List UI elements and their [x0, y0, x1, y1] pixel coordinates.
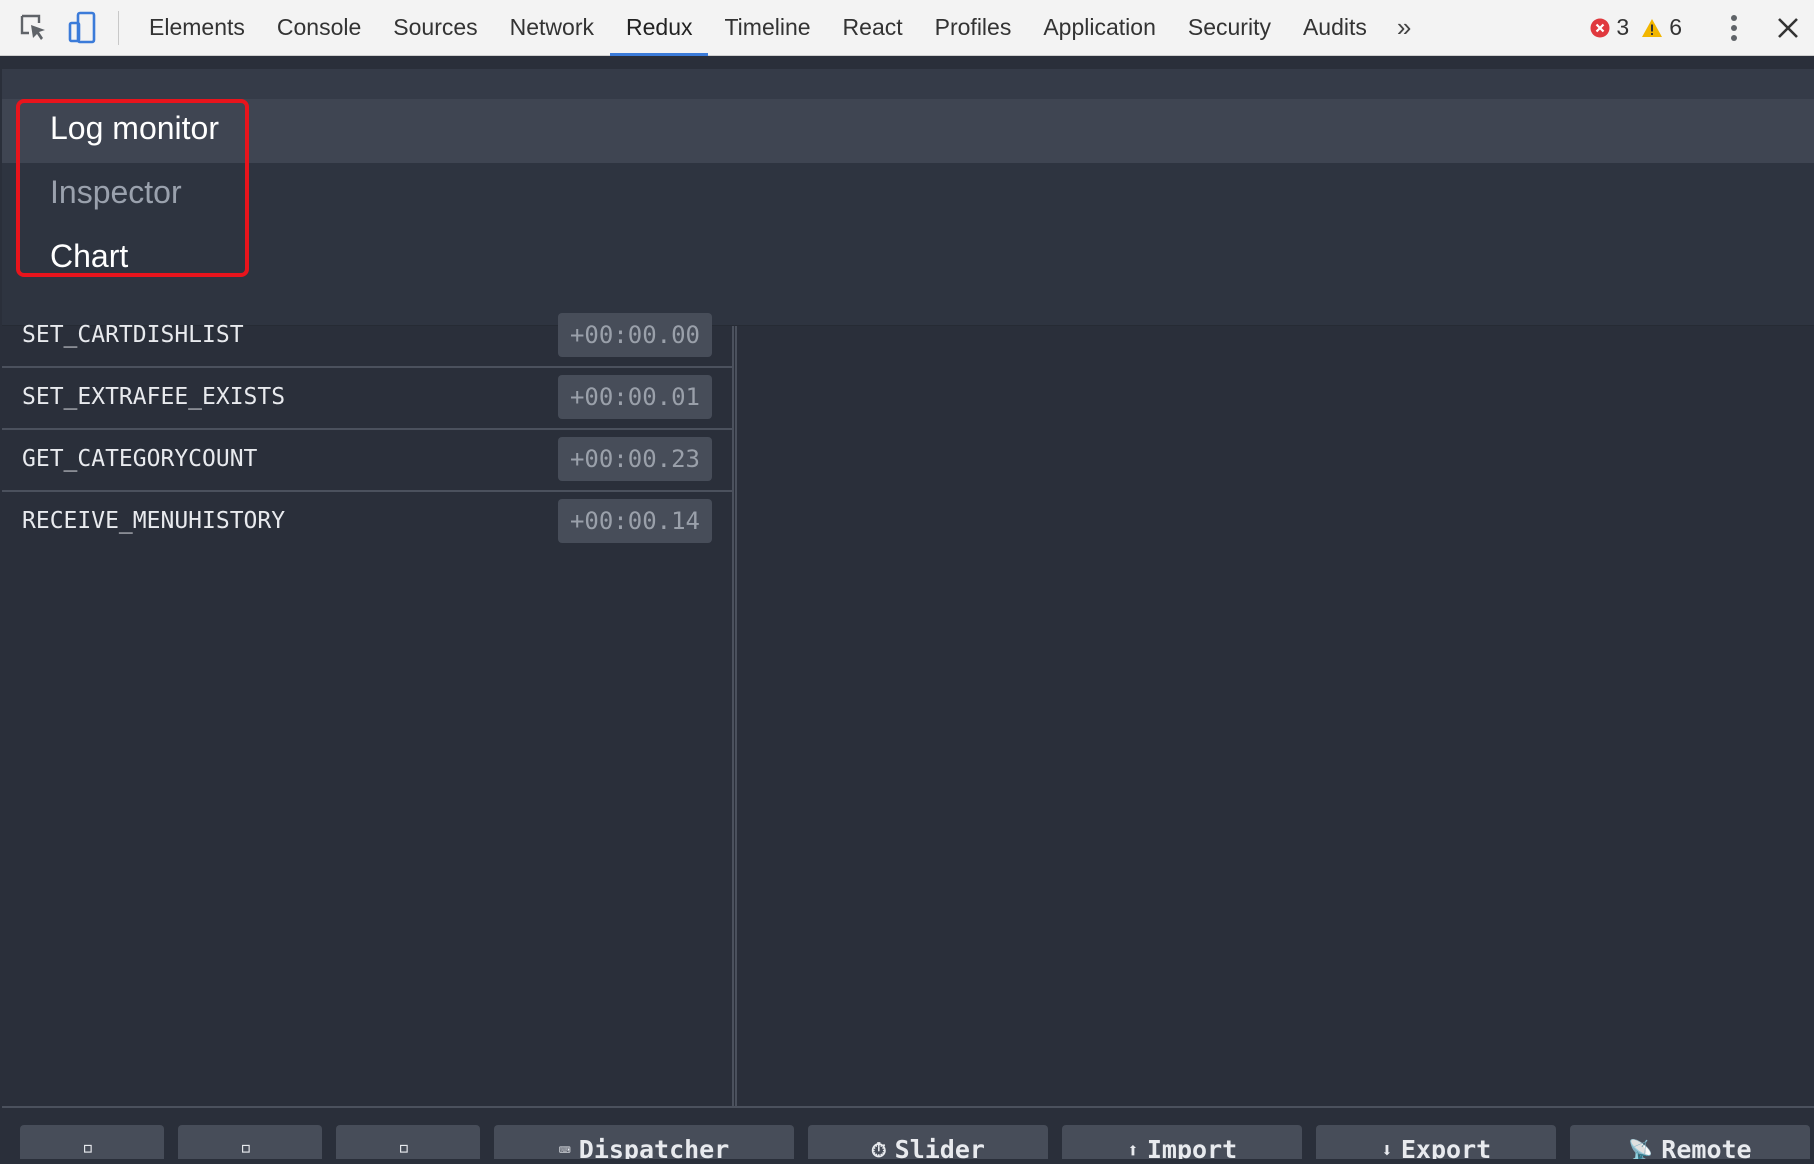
menu-item-log-monitor[interactable]: Log monitor	[50, 110, 219, 147]
action-name: RECEIVE_MENUHISTORY	[22, 508, 286, 534]
tab-application[interactable]: Application	[1027, 0, 1172, 56]
tab-security[interactable]: Security	[1172, 0, 1287, 56]
action-row[interactable]: RECEIVE_MENUHISTORY +00:00.14	[2, 492, 732, 554]
action-timestamp: +00:00.23	[557, 437, 712, 481]
warning-counter[interactable]: 6	[1641, 14, 1682, 41]
tab-redux[interactable]: Redux	[610, 0, 709, 56]
import-button[interactable]: ⬆ Import	[1062, 1125, 1302, 1159]
bottom-layout-button[interactable]: ▫	[336, 1125, 480, 1159]
action-name: SET_CARTDISHLIST	[22, 322, 244, 348]
stopwatch-icon: ⏱	[871, 1137, 887, 1160]
toolbar-separator	[118, 10, 119, 45]
monitor-header	[2, 69, 1814, 99]
inspect-element-icon[interactable]	[14, 8, 54, 48]
export-button[interactable]: ⬇ Export	[1316, 1125, 1556, 1159]
log-monitor-layout-button[interactable]: ▫	[20, 1125, 164, 1159]
layout-split-icon: ▫	[239, 1135, 253, 1159]
upload-icon: ⬆	[1126, 1137, 1139, 1160]
keyboard-icon: ⌨	[558, 1137, 571, 1160]
close-icon[interactable]	[1768, 8, 1808, 48]
action-list: SET_CARTDISHLIST +00:00.00 SET_EXTRAFEE_…	[2, 313, 732, 1106]
action-name: SET_EXTRAFEE_EXISTS	[22, 384, 286, 410]
action-row[interactable]: GET_CATEGORYCOUNT +00:00.23	[2, 430, 732, 492]
action-name: GET_CATEGORYCOUNT	[22, 446, 258, 472]
warning-count: 6	[1669, 14, 1682, 40]
slider-button[interactable]: ⏱ Slider	[808, 1125, 1048, 1159]
error-count: 3	[1616, 14, 1630, 40]
tab-timeline[interactable]: Timeline	[708, 0, 826, 56]
error-icon	[1590, 18, 1610, 37]
panel-top-strip	[2, 57, 1814, 69]
tab-react[interactable]: React	[827, 0, 919, 56]
action-timestamp: +00:00.01	[557, 375, 712, 419]
devtools-toolbar: Elements Console Sources Network Redux T…	[0, 0, 1814, 56]
tab-elements[interactable]: Elements	[133, 0, 261, 56]
split-layout-button[interactable]: ▫	[178, 1125, 322, 1159]
toolbar-right: 3 6	[1590, 0, 1814, 56]
action-timestamp: +00:00.14	[557, 499, 712, 543]
tab-console[interactable]: Console	[261, 0, 377, 56]
tab-network[interactable]: Network	[494, 0, 610, 56]
warning-icon	[1642, 18, 1663, 37]
redux-devtools-panel: Log monitor Inspector Chart SET_CARTDISH…	[2, 57, 1814, 1164]
action-timestamp: +00:00.00	[557, 313, 712, 357]
action-row[interactable]: SET_EXTRAFEE_EXISTS +00:00.01	[2, 368, 732, 430]
menu-item-inspector[interactable]: Inspector	[50, 174, 182, 211]
bottom-button-bar: ▫ ▫ ▫ ⌨ Dispatcher ⏱ Slider ⬆ Import ⬇ Expor…	[2, 1106, 1814, 1164]
menu-hover-row	[2, 99, 1814, 163]
download-icon: ⬇	[1380, 1137, 1393, 1160]
menu-item-chart[interactable]: Chart	[50, 238, 128, 275]
tab-audits[interactable]: Audits	[1287, 0, 1383, 56]
layout-bottom-icon: ▫	[397, 1135, 411, 1159]
dispatcher-button[interactable]: ⌨ Dispatcher	[494, 1125, 794, 1159]
device-toolbar-icon[interactable]	[62, 8, 102, 48]
pane-splitter[interactable]	[732, 326, 737, 1106]
layout-left-icon: ▫	[81, 1135, 95, 1159]
error-counter[interactable]: 3	[1590, 14, 1629, 41]
kebab-menu-icon[interactable]	[1714, 8, 1754, 48]
antenna-icon: 📡	[1628, 1137, 1654, 1160]
panel-tabs: Elements Console Sources Network Redux T…	[133, 0, 1383, 56]
more-tabs-chevron-icon[interactable]: »	[1383, 0, 1425, 56]
tab-sources[interactable]: Sources	[377, 0, 493, 56]
remote-button[interactable]: 📡 Remote	[1570, 1125, 1810, 1159]
action-row[interactable]: SET_CARTDISHLIST +00:00.00	[2, 306, 732, 368]
tab-profiles[interactable]: Profiles	[919, 0, 1028, 56]
